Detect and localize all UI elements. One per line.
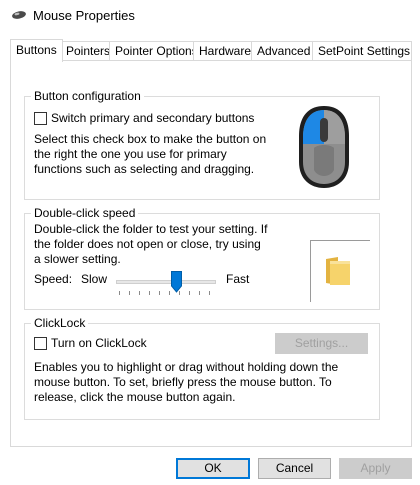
tab-advanced[interactable]: Advanced	[251, 41, 317, 61]
group-legend: Double-click speed	[34, 206, 136, 220]
group-legend: Button configuration	[34, 89, 141, 103]
tab-label: SetPoint Settings	[318, 44, 411, 58]
clicklock-checkbox[interactable]	[34, 337, 47, 350]
slow-label: Slow	[81, 272, 108, 286]
mouse-icon	[12, 11, 26, 19]
switch-buttons-checkbox[interactable]	[34, 112, 47, 125]
test-folder-area[interactable]	[310, 240, 370, 302]
apply-button[interactable]: Apply	[339, 458, 412, 479]
speed-label: Speed:	[34, 272, 73, 286]
tab-label: Hardware	[199, 44, 252, 58]
window-title: Mouse Properties	[33, 8, 135, 23]
folder-icon[interactable]	[324, 255, 352, 287]
tab-setpoint-settings[interactable]: SetPoint Settings	[312, 41, 412, 61]
button-config-description: Select this check box to make the button…	[34, 132, 267, 176]
tab-label: Advanced	[257, 44, 311, 58]
slider-ticks	[119, 291, 210, 295]
title-bar: Mouse Properties	[0, 0, 420, 32]
tab-buttons[interactable]: Buttons	[10, 39, 63, 62]
tab-pointer-options[interactable]: Pointer Options	[109, 41, 204, 61]
double-click-description: Double-click the folder to test your set…	[34, 222, 268, 266]
tab-pointers[interactable]: Pointers	[60, 41, 117, 61]
speed-slider-track[interactable]	[116, 280, 216, 284]
tab-label: Buttons	[16, 43, 57, 57]
clicklock-settings-button[interactable]: Settings...	[275, 333, 368, 354]
tab-strip: Buttons Pointers Pointer Options Hardwar…	[10, 39, 412, 62]
tab-label: Pointers	[66, 44, 111, 58]
cancel-button[interactable]: Cancel	[258, 458, 331, 479]
ok-button[interactable]: OK	[176, 458, 250, 479]
fast-label: Fast	[226, 272, 250, 286]
group-legend: ClickLock	[34, 316, 86, 330]
clicklock-description: Enables you to highlight or drag without…	[34, 360, 339, 404]
clicklock-label[interactable]: Turn on ClickLock	[51, 336, 147, 350]
tab-label: Pointer Options	[115, 44, 198, 58]
tab-hardware[interactable]: Hardware	[193, 41, 258, 61]
switch-buttons-label[interactable]: Switch primary and secondary buttons	[51, 111, 254, 125]
mouse-icon	[299, 106, 349, 188]
speed-slider-thumb[interactable]	[170, 271, 182, 293]
